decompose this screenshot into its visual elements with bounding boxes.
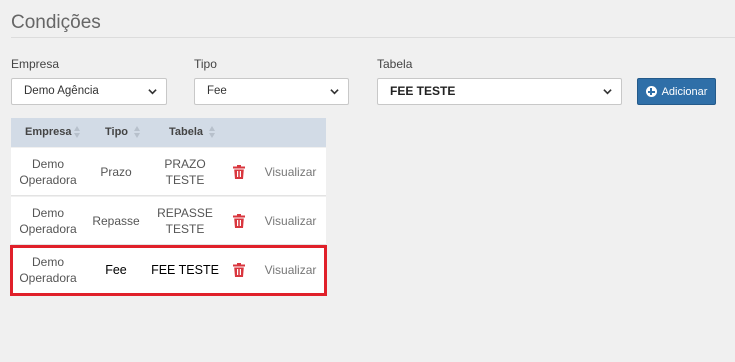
conditions-table: Empresa Tipo Tabela Demo Operadora Prazo… (11, 118, 326, 294)
view-link[interactable]: Visualizar (255, 197, 326, 245)
delete-button[interactable] (223, 148, 255, 196)
empresa-select[interactable]: Demo Agência (11, 78, 167, 105)
header-empresa[interactable]: Empresa (25, 118, 81, 147)
highlight-box (10, 245, 327, 296)
chevron-down-icon (603, 89, 612, 95)
tabela-select[interactable]: FEE TESTE (377, 78, 622, 105)
add-button-label: Adicionar (661, 85, 708, 98)
sort-icon (74, 126, 81, 139)
sort-icon (134, 126, 141, 139)
chevron-down-icon (330, 89, 339, 95)
header-tabela-label: Tabela (169, 126, 204, 138)
trash-icon (233, 165, 245, 179)
cell-tipo: Repasse (92, 214, 140, 228)
table-header: Empresa Tipo Tabela (11, 118, 326, 147)
table-row: Demo Operadora Repasse REPASSE TESTE Vis… (11, 197, 326, 245)
header-empresa-label: Empresa (25, 126, 72, 138)
tipo-label: Tipo (194, 57, 217, 71)
page-title: Condições (11, 12, 101, 33)
plus-circle-icon (645, 86, 657, 97)
tipo-select[interactable]: Fee (194, 78, 349, 105)
add-button[interactable]: Adicionar (637, 78, 716, 105)
header-tabela[interactable]: Tabela (169, 118, 216, 147)
view-link[interactable]: Visualizar (255, 148, 326, 196)
empresa-label: Empresa (11, 57, 60, 71)
title-divider (11, 37, 735, 38)
chevron-down-icon (148, 89, 157, 95)
trash-icon (233, 214, 245, 228)
cell-empresa: Demo Operadora (19, 157, 77, 187)
cell-tipo: Prazo (100, 165, 132, 179)
header-tipo[interactable]: Tipo (105, 118, 141, 147)
cell-empresa: Demo Operadora (19, 206, 77, 236)
header-tipo-label: Tipo (105, 126, 129, 138)
tabela-select-value: FEE TESTE (390, 84, 456, 98)
tabela-label: Tabela (377, 57, 413, 71)
sort-icon (209, 126, 216, 139)
tipo-select-value: Fee (207, 85, 227, 97)
table-row: Demo Operadora Prazo PRAZO TESTE Visuali… (11, 148, 326, 196)
cell-tabela: PRAZO TESTE (164, 157, 206, 187)
delete-button[interactable] (223, 197, 255, 245)
empresa-select-value: Demo Agência (24, 85, 99, 97)
cell-tabela: REPASSE TESTE (157, 206, 213, 236)
